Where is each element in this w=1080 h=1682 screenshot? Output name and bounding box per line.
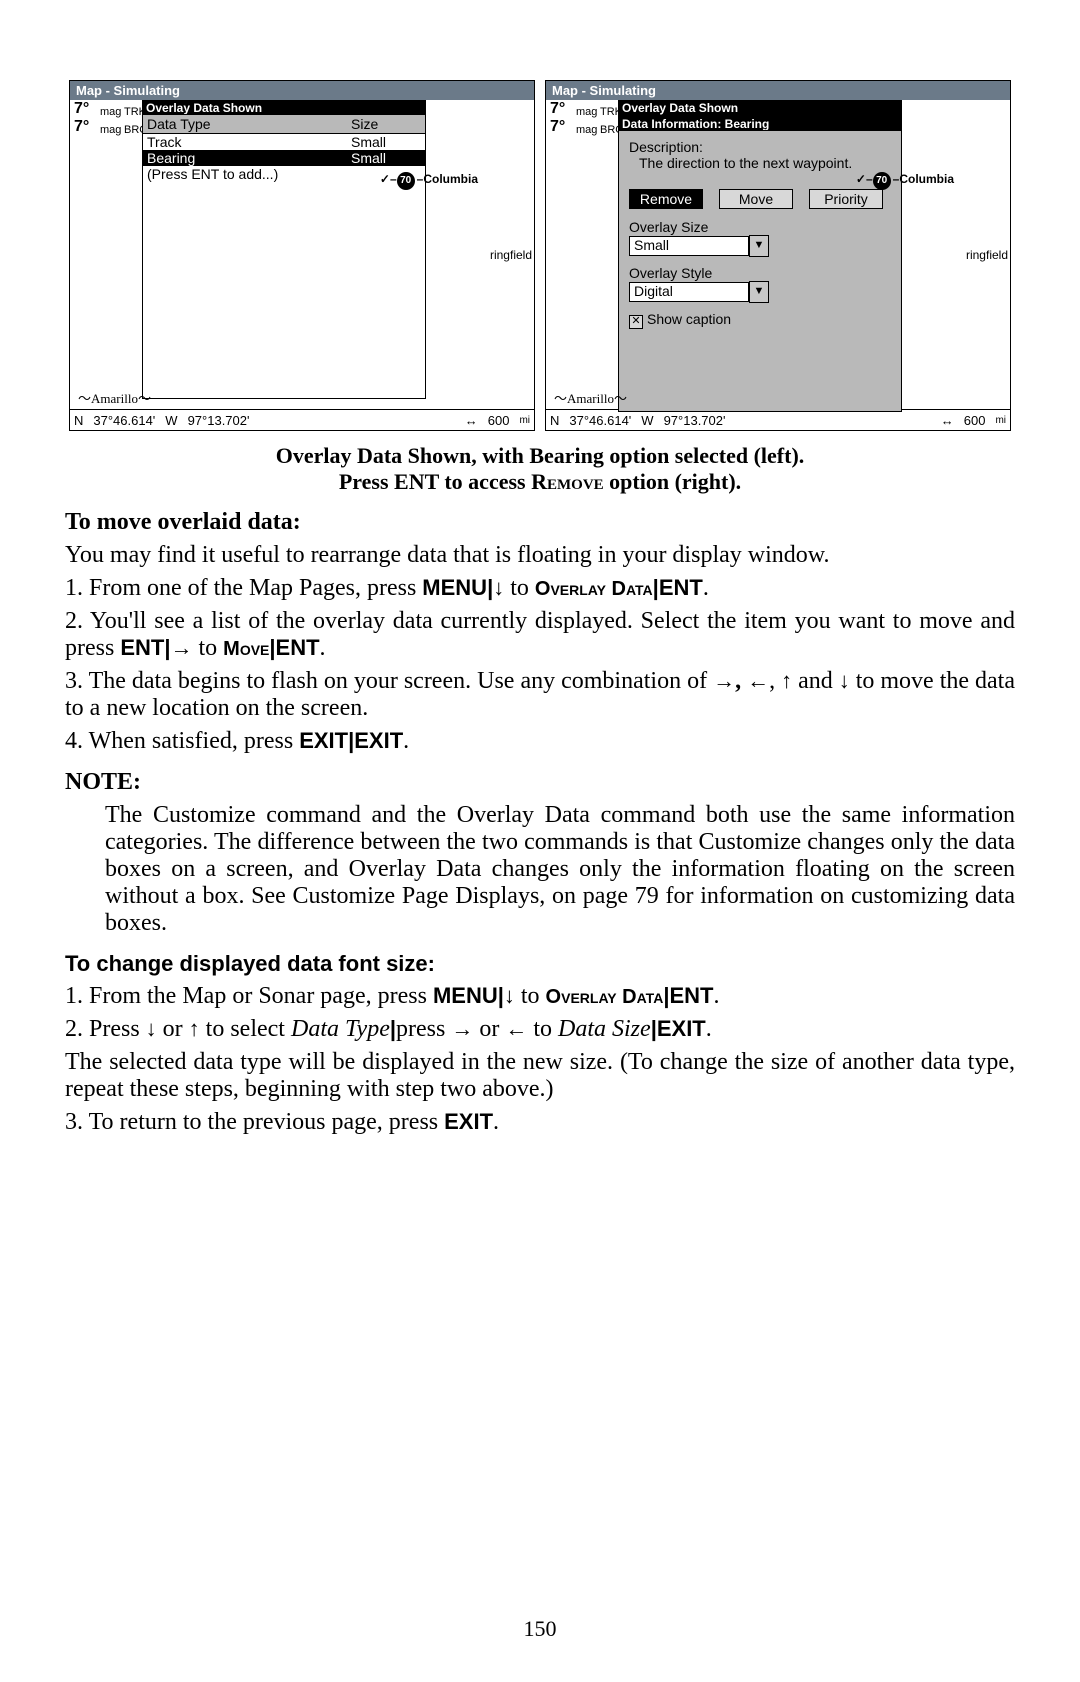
remove-button[interactable]: Remove [629,189,703,209]
paragraph: The selected data type will be displayed… [65,1049,1015,1103]
map-city-ringfield: ringfield [966,248,1008,262]
brg-value: 7° [550,118,565,136]
heading-move-overlaid: To move overlaid data: [65,509,1015,536]
map-city-ringfield: ringfield [490,248,532,262]
window-title: Map - Simulating [76,83,180,98]
col-data-type: Data Type [143,115,347,133]
move-button[interactable]: Move [719,189,793,209]
overlay-style-value: Digital [629,282,749,302]
overlay-size-dropdown[interactable]: Small ▼ [629,235,891,257]
lon-val: 97°13.702' [664,413,726,428]
lat-n: N [74,413,83,428]
overlay-list-header: Data Type Size [143,115,425,134]
lat-val: 37°46.614' [93,413,155,428]
note-block: The Customize command and the Overlay Da… [105,802,1015,937]
trk-unit: mag [576,106,597,118]
list-item[interactable]: Bearing Small [143,150,425,166]
chevron-down-icon[interactable]: ▼ [749,281,769,303]
scale-icon: ↔ [941,413,954,428]
overlay-style-dropdown[interactable]: Digital ▼ [629,281,891,303]
scale-val: 600 [964,413,986,428]
lat-n: N [550,413,559,428]
font-step-3: 3. To return to the previous page, press… [65,1109,1015,1136]
map-city-amarillo: 〜Amarillo〜 [78,388,151,407]
step-1: 1. From one of the Map Pages, press MENU… [65,575,1015,602]
statusbar: N 37°46.614' W 97°13.702' ↔ 600 mi [546,409,1010,430]
screenshot-right-body: 7° mag TRK 7° mag BRG Overlay Data Shown… [546,100,1010,409]
overlay-data-shown-title: Overlay Data Shown [618,100,902,116]
step-3: 3. The data begins to flash on your scre… [65,668,1015,722]
window-titlebar: Map - Simulating [546,81,1010,100]
note-heading: NOTE: [65,769,1015,796]
page-number: 150 [0,1616,1080,1642]
screenshot-left: Map - Simulating 7° mag TRK 7° mag BRG O… [69,80,535,431]
hwy-shield-icon: 70 [397,172,415,190]
overlay-list[interactable]: Data Type Size Track Small Bearing Small… [142,114,426,399]
trk-unit: mag [100,106,121,118]
font-step-1: 1. From the Map or Sonar page, press MEN… [65,983,1015,1010]
heading-change-font-size: To change displayed data font size: [65,951,1015,977]
lon-w: W [165,413,177,428]
lon-val: 97°13.702' [188,413,250,428]
scale-val: 600 [488,413,510,428]
interstate-dash: ✓– [380,172,397,186]
trk-value: 7° [74,100,89,118]
hwy-label: ✓–70–Columbia [856,172,954,190]
col-size: Size [347,115,425,133]
brg-unit: mag [576,124,597,136]
description-label: Description: [629,139,891,155]
note-paragraph: The Customize command and the Overlay Da… [105,802,1015,937]
scale-icon: ↔ [465,413,478,428]
screenshot-left-body: 7° mag TRK 7° mag BRG Overlay Data Shown… [70,100,534,409]
show-caption-checkbox[interactable]: ✕Show caption [629,311,891,329]
font-step-2: 2. Press ↓ or ↑ to select Data Type|pres… [65,1016,1015,1043]
lat-val: 37°46.614' [569,413,631,428]
list-item[interactable]: Track Small [143,134,425,150]
overlay-size-value: Small [629,236,749,256]
lon-w: W [641,413,653,428]
brg-value: 7° [74,118,89,136]
scale-unit: mi [995,415,1006,426]
overlay-style-label: Overlay Style [629,265,891,281]
step-4: 4. When satisfied, press EXIT|EXIT. [65,728,1015,755]
map-city-amarillo: 〜Amarillo〜 [554,388,627,407]
interstate-dash: ✓– [856,172,873,186]
window-titlebar: Map - Simulating [70,81,534,100]
priority-button[interactable]: Priority [809,189,883,209]
screenshot-right: Map - Simulating 7° mag TRK 7° mag BRG O… [545,80,1011,431]
brg-unit: mag [100,124,121,136]
overlay-size-label: Overlay Size [629,219,891,235]
checkbox-icon: ✕ [629,315,643,329]
statusbar: N 37°46.614' W 97°13.702' ↔ 600 mi [70,409,534,430]
scale-unit: mi [519,415,530,426]
screenshot-pair: Map - Simulating 7° mag TRK 7° mag BRG O… [65,80,1015,431]
description-text: The direction to the next waypoint. [639,155,891,171]
figure-caption: Overlay Data Shown, with Bearing option … [65,443,1015,495]
chevron-down-icon[interactable]: ▼ [749,235,769,257]
hwy-shield-icon: 70 [873,172,891,190]
hwy-label: ✓–70–Columbia [380,172,478,190]
paragraph: You may find it useful to rearrange data… [65,542,1015,569]
window-title: Map - Simulating [552,83,656,98]
step-2: 2. You'll see a list of the overlay data… [65,608,1015,662]
trk-value: 7° [550,100,565,118]
